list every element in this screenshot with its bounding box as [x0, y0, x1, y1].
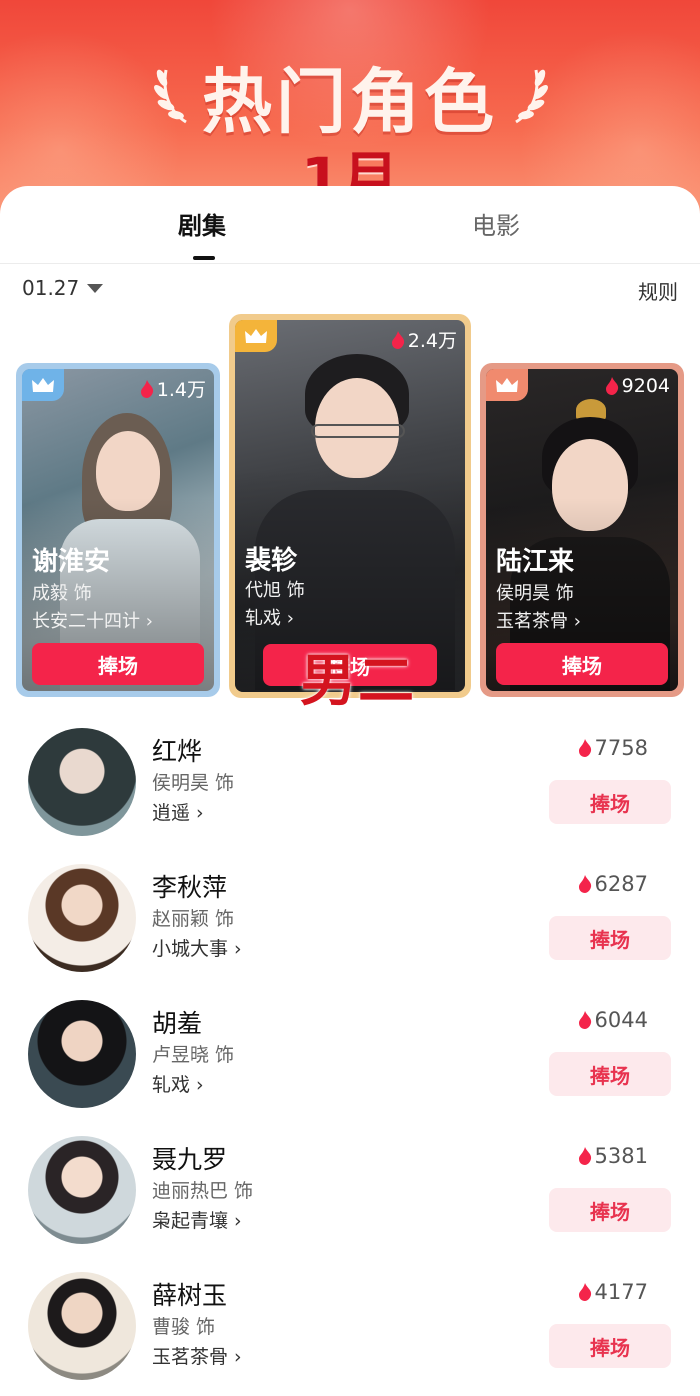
character-name: 红烨	[152, 737, 203, 766]
show-link[interactable]: 玉茗茶骨 ›	[152, 1342, 242, 1369]
avatar	[28, 864, 136, 972]
actor-name: 赵丽颖 饰	[152, 908, 235, 930]
character-name: 李秋萍	[152, 873, 228, 902]
character-name: 聂九罗	[152, 1145, 228, 1174]
crown-icon	[235, 320, 277, 352]
rules-link[interactable]: 规则	[638, 276, 678, 305]
avatar	[28, 1000, 136, 1108]
tab-series[interactable]: 剧集	[178, 206, 226, 241]
actor-name: 侯明昊 饰	[152, 772, 235, 794]
actor-name: 成毅 饰	[32, 583, 92, 604]
show-link[interactable]: 轧戏 ›	[152, 1070, 204, 1097]
actor-name: 迪丽热巴 饰	[152, 1180, 254, 1202]
list-item[interactable]: 胡羞 卢昱晓 饰 轧戏 › 6044 捧场	[0, 1000, 700, 1136]
actor-name: 卢昱晓 饰	[152, 1044, 235, 1066]
actor-name: 曹骏 饰	[152, 1316, 216, 1338]
date-selector[interactable]: 01.27	[22, 276, 104, 300]
flame-icon	[578, 1011, 591, 1029]
heat-value: 9204	[605, 375, 670, 397]
heat-value: 6287	[578, 872, 648, 896]
heat-value: 5381	[578, 1144, 648, 1168]
date-label: 01.27	[22, 276, 80, 300]
flame-icon	[578, 739, 591, 757]
character-name: 薛树玉	[152, 1281, 228, 1310]
tab-movies[interactable]: 电影	[472, 206, 520, 241]
flame-icon	[140, 379, 153, 398]
heat-value: 7758	[578, 736, 648, 760]
cheer-button[interactable]: 捧场	[549, 780, 671, 824]
crown-icon	[486, 369, 528, 401]
actor-name: 侯明昊 饰	[496, 583, 574, 604]
actor-name: 代旭 饰	[245, 580, 305, 601]
content-sheet: 剧集 电影 01.27 规则 1.4万 谢淮安 成毅 饰 长安二十四计 › 捧场	[0, 186, 700, 1396]
flame-icon	[578, 1283, 591, 1301]
show-link[interactable]: 枭起青壤 ›	[152, 1206, 242, 1233]
tab-bar: 剧集 电影	[0, 186, 700, 264]
show-link[interactable]: 小城大事 ›	[152, 934, 242, 961]
overlay-annotation: 男二	[300, 649, 416, 714]
heat-value: 2.4万	[391, 326, 457, 353]
flame-icon	[391, 330, 404, 349]
flame-icon	[578, 875, 591, 893]
avatar	[28, 1272, 136, 1380]
heat-value: 4177	[578, 1280, 648, 1304]
top-card-rank-3[interactable]: 9204 陆江来 侯明昊 饰 玉茗茶骨 › 捧场	[480, 363, 684, 697]
heat-value: 1.4万	[140, 375, 206, 402]
show-link[interactable]: 轧戏 ›	[245, 604, 294, 630]
show-link[interactable]: 玉茗茶骨 ›	[496, 607, 581, 633]
list-item[interactable]: 聂九罗 迪丽热巴 饰 枭起青壤 › 5381 捧场	[0, 1136, 700, 1272]
character-name: 裴轸	[245, 546, 298, 576]
flame-icon	[578, 1147, 591, 1165]
show-link[interactable]: 逍遥 ›	[152, 798, 204, 825]
caret-down-icon	[87, 283, 104, 293]
cheer-button[interactable]: 捧场	[549, 1324, 671, 1368]
cheer-button[interactable]: 捧场	[549, 916, 671, 960]
flame-icon	[605, 377, 618, 395]
list-item[interactable]: 李秋萍 赵丽颖 饰 小城大事 › 6287 捧场	[0, 864, 700, 1000]
avatar	[28, 1136, 136, 1244]
list-item[interactable]: 红烨 侯明昊 饰 逍遥 › 7758 捧场	[0, 728, 700, 864]
heat-value: 6044	[578, 1008, 648, 1032]
character-name: 胡羞	[152, 1009, 203, 1038]
crown-icon	[22, 369, 64, 401]
cheer-button[interactable]: 捧场	[496, 643, 668, 685]
top-card-rank-2[interactable]: 1.4万 谢淮安 成毅 饰 长安二十四计 › 捧场	[16, 363, 220, 697]
show-link[interactable]: 长安二十四计 ›	[32, 607, 153, 633]
character-name: 陆江来	[496, 547, 575, 577]
character-name: 谢淮安	[32, 547, 111, 577]
cheer-button[interactable]: 捧场	[32, 643, 204, 685]
avatar	[28, 728, 136, 836]
tab-active-indicator	[193, 256, 215, 260]
cheer-button[interactable]: 捧场	[549, 1052, 671, 1096]
cheer-button[interactable]: 捧场	[549, 1188, 671, 1232]
list-item[interactable]: 薛树玉 曹骏 饰 玉茗茶骨 › 4177 捧场	[0, 1272, 700, 1396]
